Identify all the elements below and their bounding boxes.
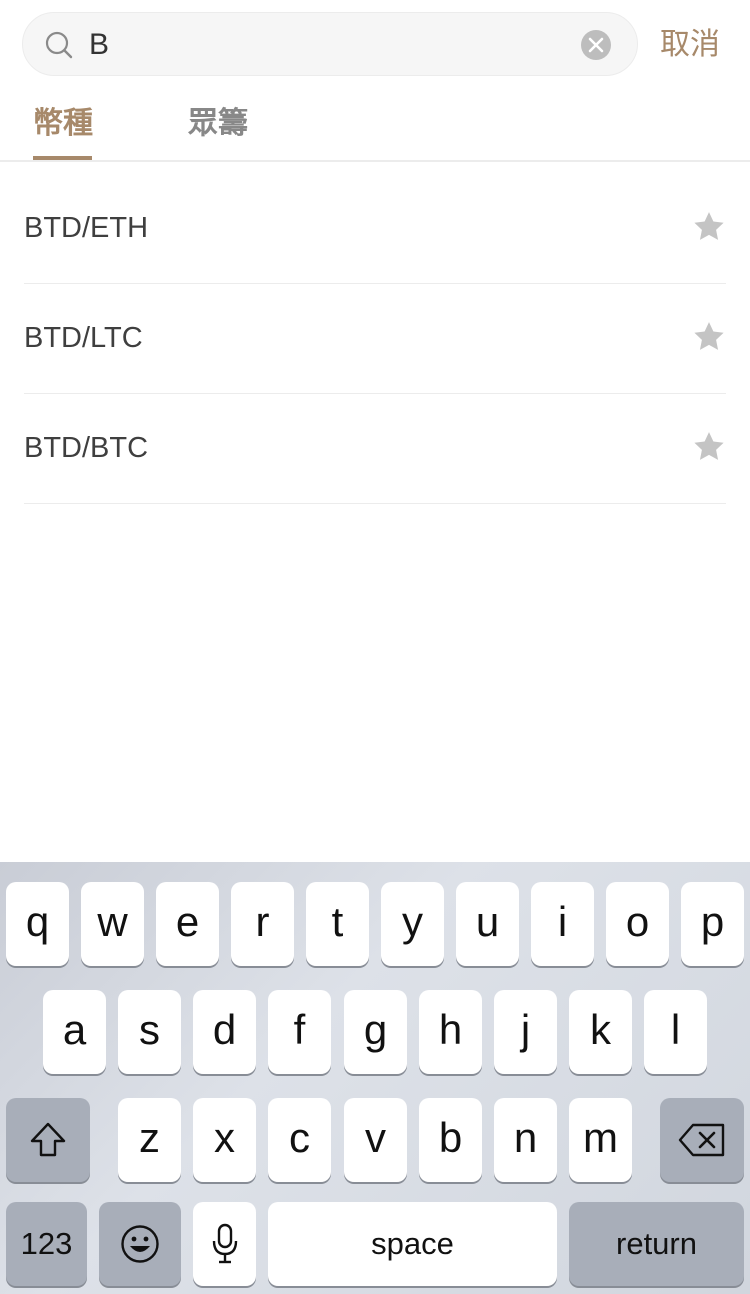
key-r[interactable]: r (231, 882, 294, 966)
key-u[interactable]: u (456, 882, 519, 966)
return-key[interactable]: return (569, 1202, 744, 1286)
star-icon[interactable] (692, 320, 726, 354)
key-e[interactable]: e (156, 882, 219, 966)
list-item[interactable]: BTD/BTC (24, 394, 726, 504)
results-list: BTD/ETH BTD/LTC BTD/BTC (24, 174, 726, 504)
active-tab-indicator (33, 156, 92, 160)
key-s[interactable]: s (118, 990, 181, 1074)
tab-coins[interactable]: 幣種 (33, 100, 93, 148)
key-a[interactable]: a (43, 990, 106, 1074)
cancel-button[interactable]: 取消 (660, 22, 730, 68)
numbers-key[interactable]: 123 (6, 1202, 87, 1286)
list-item[interactable]: BTD/LTC (24, 284, 726, 394)
pair-label: BTD/BTC (24, 432, 149, 464)
key-d[interactable]: d (193, 990, 256, 1074)
key-v[interactable]: v (344, 1098, 407, 1182)
key-p[interactable]: p (681, 882, 744, 966)
key-x[interactable]: x (193, 1098, 256, 1182)
key-i[interactable]: i (531, 882, 594, 966)
key-h[interactable]: h (419, 990, 482, 1074)
key-q[interactable]: q (6, 882, 69, 966)
search-bar: 取消 (0, 0, 750, 90)
key-n[interactable]: n (494, 1098, 557, 1182)
pair-label: BTD/ETH (24, 212, 149, 244)
star-icon[interactable] (692, 430, 726, 464)
search-box[interactable] (22, 12, 638, 76)
key-m[interactable]: m (569, 1098, 632, 1182)
tab-crowdfunding[interactable]: 眾籌 (188, 100, 248, 148)
microphone-icon[interactable] (193, 1202, 256, 1286)
key-w[interactable]: w (81, 882, 144, 966)
key-f[interactable]: f (268, 990, 331, 1074)
emoji-icon[interactable] (99, 1202, 181, 1286)
shift-icon[interactable] (6, 1098, 90, 1182)
key-c[interactable]: c (268, 1098, 331, 1182)
delete-icon[interactable] (660, 1098, 744, 1182)
key-z[interactable]: z (118, 1098, 181, 1182)
key-g[interactable]: g (344, 990, 407, 1074)
key-o[interactable]: o (606, 882, 669, 966)
key-b[interactable]: b (419, 1098, 482, 1182)
clear-icon[interactable] (581, 30, 611, 60)
list-item[interactable]: BTD/ETH (24, 174, 726, 284)
search-screen: 取消 幣種 眾籌 BTD/ETH BTD/LTC BTD/BTC (0, 0, 750, 1294)
star-icon[interactable] (692, 210, 726, 244)
key-y[interactable]: y (381, 882, 444, 966)
pair-label: BTD/LTC (24, 322, 143, 354)
space-key[interactable]: space (268, 1202, 557, 1286)
key-j[interactable]: j (494, 990, 557, 1074)
tab-bar: 幣種 眾籌 (0, 90, 750, 162)
onscreen-keyboard: q w e r t y u i o p a s d f g h j k l z … (0, 862, 750, 1294)
key-l[interactable]: l (644, 990, 707, 1074)
key-t[interactable]: t (306, 882, 369, 966)
key-k[interactable]: k (569, 990, 632, 1074)
search-icon (45, 31, 73, 59)
search-input[interactable] (89, 23, 569, 67)
